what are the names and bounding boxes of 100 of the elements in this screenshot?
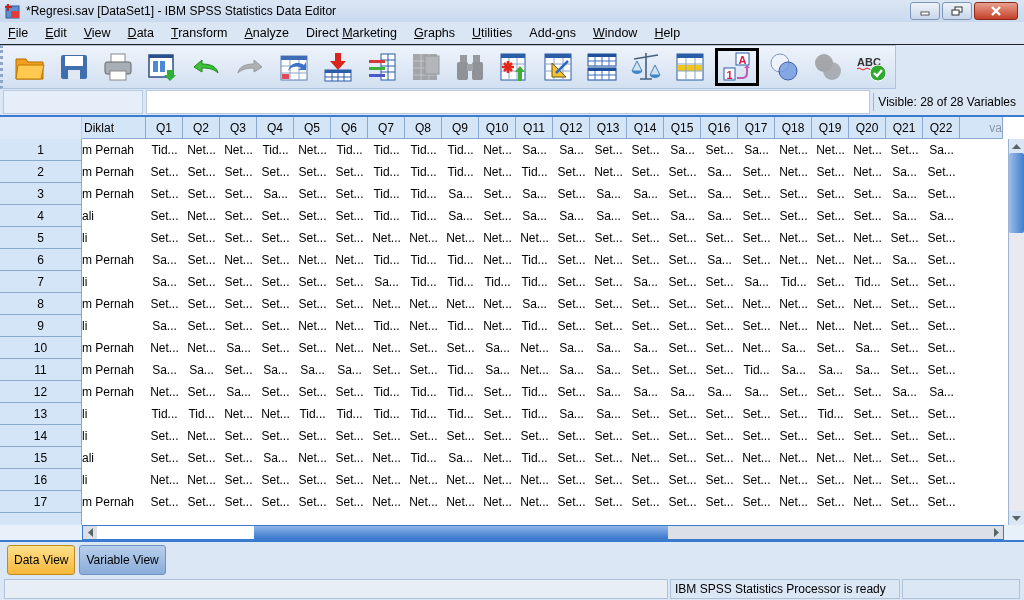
table-cell-text: Set... — [667, 164, 698, 181]
row-header[interactable]: 12 — [0, 381, 82, 403]
table-cell-text: Set... — [630, 208, 661, 225]
column-header[interactable]: Q12 — [553, 117, 590, 139]
table-cell-text: Net... — [445, 494, 476, 511]
table-cell-text: Set... — [223, 186, 254, 203]
table-cell-text: Net... — [482, 296, 513, 313]
view-tab[interactable]: Variable View — [79, 545, 166, 575]
menu-item[interactable]: Help — [648, 24, 687, 42]
table-cell-text: Set... — [260, 340, 291, 357]
column-header[interactable]: Q11 — [516, 117, 553, 139]
table-cell-text: Net... — [519, 230, 550, 247]
row-header[interactable]: 15 — [0, 447, 82, 469]
row-header[interactable]: 16 — [0, 469, 82, 491]
row-header[interactable]: 11 — [0, 359, 82, 381]
row-header[interactable]: 1 — [0, 139, 82, 161]
row-header[interactable]: 13 — [0, 403, 82, 425]
table-cell-text: Set... — [926, 164, 957, 181]
column-header[interactable]: Q19 — [812, 117, 849, 139]
table-cell-text: Set... — [741, 406, 772, 423]
column-header[interactable]: Q6 — [331, 117, 368, 139]
cell-editor-field[interactable] — [146, 90, 871, 114]
row-header[interactable]: 17 — [0, 491, 82, 513]
row-header[interactable]: 5 — [0, 227, 82, 249]
column-header[interactable]: Q16 — [701, 117, 738, 139]
table-cell-text: Set... — [482, 428, 513, 445]
column-header[interactable]: Q20 — [849, 117, 886, 139]
menu-item[interactable]: Graphs — [408, 24, 462, 42]
column-header[interactable]: Q9 — [442, 117, 479, 139]
row-header[interactable]: 8 — [0, 293, 82, 315]
column-header[interactable]: Q8 — [405, 117, 442, 139]
scroll-thumb[interactable] — [254, 526, 668, 539]
table-cell-text: Set... — [186, 230, 217, 247]
row-header[interactable]: 3 — [0, 183, 82, 205]
table-cell-text: Set... — [556, 384, 587, 401]
column-header[interactable]: Q17 — [738, 117, 775, 139]
cell-name-field[interactable] — [3, 90, 143, 114]
scroll-thumb[interactable] — [1009, 153, 1024, 233]
table-cell-text: Set... — [704, 230, 735, 247]
column-header[interactable]: Q5 — [294, 117, 331, 139]
menu-item[interactable]: File — [2, 24, 35, 42]
table-cell-text: Set... — [297, 472, 328, 489]
column-header[interactable]: Q18 — [775, 117, 812, 139]
table-cell-text: Tid... — [446, 164, 475, 181]
table-cell-text: Tid... — [520, 450, 549, 467]
variable-list-icon — [366, 51, 398, 83]
column-header[interactable]: Q7 — [368, 117, 405, 139]
menu-item[interactable]: Window — [586, 24, 644, 42]
column-header[interactable]: Q15 — [664, 117, 701, 139]
row-header[interactable]: 6 — [0, 249, 82, 271]
table-cell-text: Net... — [778, 252, 809, 269]
row-header[interactable]: 4 — [0, 205, 82, 227]
table-cell-text: Set... — [556, 494, 587, 511]
grid-ruler-icon — [542, 51, 574, 83]
table-cell-text: Set... — [704, 142, 735, 159]
row-header[interactable]: 9 — [0, 315, 82, 337]
table-cell-text: Set... — [223, 318, 254, 335]
menu-item[interactable]: View — [77, 24, 117, 42]
column-header[interactable]: Q22 — [923, 117, 960, 139]
table-cell-text: Net... — [741, 340, 772, 357]
table-cell-text: Net... — [408, 472, 439, 489]
view-tab[interactable]: Data View — [7, 545, 76, 575]
restore-button[interactable] — [942, 2, 972, 20]
row-header[interactable]: 14 — [0, 425, 82, 447]
column-header[interactable]: Diklat — [82, 117, 146, 139]
table-cell-text: Set... — [334, 296, 365, 313]
column-header[interactable]: Q3 — [220, 117, 257, 139]
table-cell-text: Set... — [260, 164, 291, 181]
menu-item[interactable]: Transform — [165, 24, 234, 42]
table-cell-text: Tid... — [409, 186, 438, 203]
minimize-button[interactable] — [910, 2, 940, 20]
menu-item[interactable]: Utilities — [466, 24, 519, 42]
menu-item[interactable]: Analyze — [238, 24, 295, 42]
column-header[interactable]: Q10 — [479, 117, 516, 139]
table-cell-text: Set... — [223, 296, 254, 313]
horizontal-scrollbar[interactable] — [82, 525, 1004, 540]
row-header[interactable]: 2 — [0, 161, 82, 183]
vertical-scrollbar[interactable] — [1008, 139, 1024, 525]
column-header[interactable]: Q13 — [590, 117, 627, 139]
menu-item[interactable]: Edit — [39, 24, 73, 42]
table-cell-text: Set... — [630, 164, 661, 181]
menu-item[interactable]: Data — [121, 24, 160, 42]
corner-cell[interactable] — [0, 117, 82, 139]
row-header[interactable]: 10 — [0, 337, 82, 359]
close-button[interactable] — [974, 2, 1018, 20]
table-cell-text: Sa... — [780, 340, 807, 357]
column-header[interactable]: Q14 — [627, 117, 664, 139]
row-header[interactable]: 7 — [0, 271, 82, 293]
column-header[interactable]: Q4 — [257, 117, 294, 139]
menu-item[interactable]: Add-ons — [523, 24, 582, 42]
table-cell-text: Set... — [334, 274, 365, 291]
toolbar-button[interactable]: A 1 — [715, 48, 759, 86]
column-header[interactable]: Q1 — [146, 117, 183, 139]
column-header[interactable]: Q2 — [183, 117, 220, 139]
table-cell-text: Tid... — [520, 252, 549, 269]
table-cell-text: Set... — [593, 274, 624, 291]
table-cell-text: Sa... — [151, 252, 178, 269]
column-header[interactable]: Q21 — [886, 117, 923, 139]
menu-item[interactable]: Direct Marketing — [300, 24, 404, 42]
table-cell-text: Sa... — [743, 142, 770, 159]
